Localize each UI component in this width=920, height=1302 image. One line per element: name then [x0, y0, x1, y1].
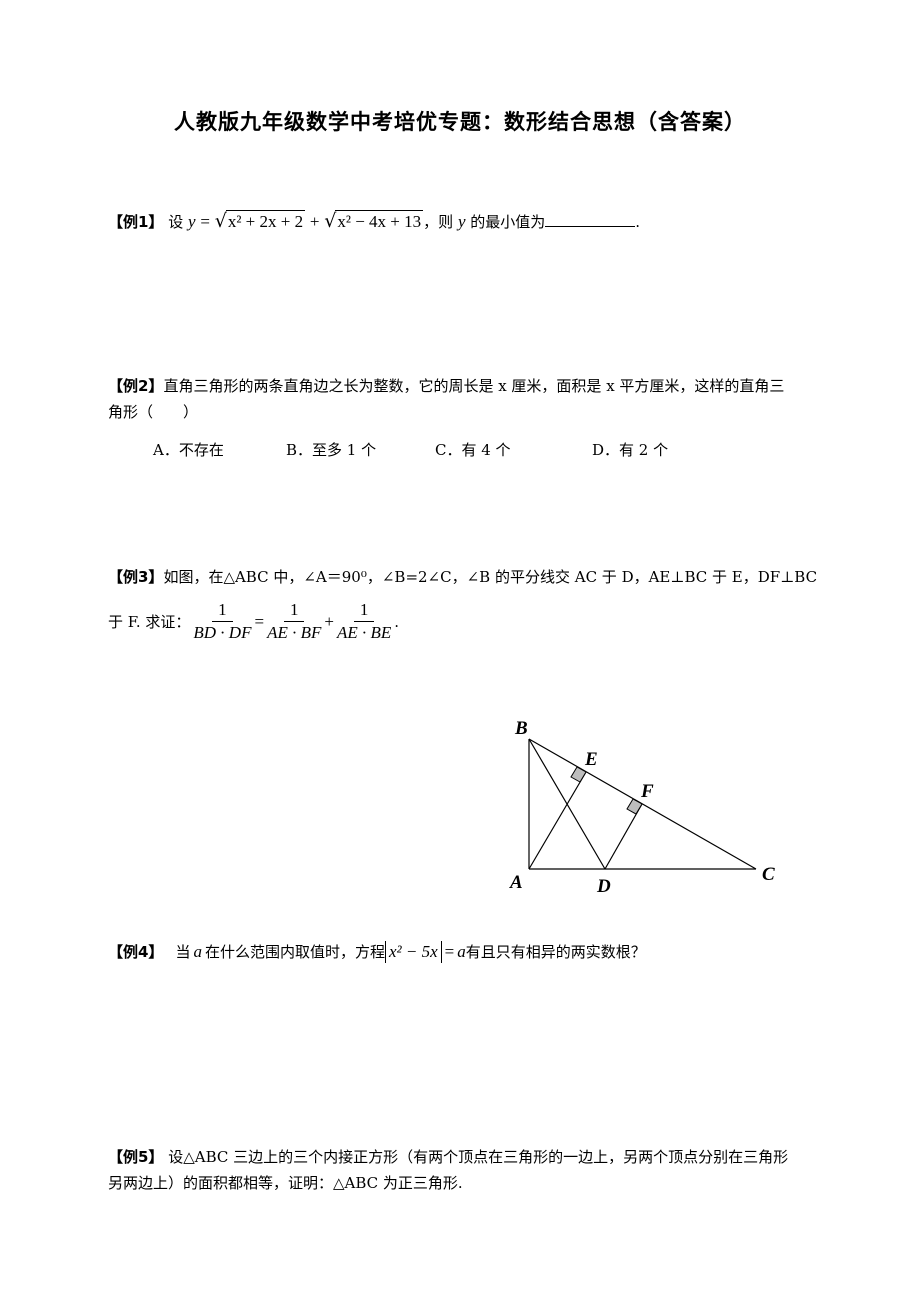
- period: .: [635, 213, 641, 231]
- example-1-suffix1: ，则: [423, 213, 454, 231]
- fraction-3-denominator: AE · BE: [336, 623, 392, 642]
- example-3-tag: 【例3】: [108, 568, 164, 586]
- var-a: a: [457, 942, 466, 961]
- label-a: A: [509, 872, 523, 893]
- document-title: 人教版九年级数学中考培优专题：数形结合思想（含答案）: [174, 110, 746, 134]
- option-a: A．不存在: [153, 441, 224, 459]
- segment-ae: [528, 771, 587, 870]
- equals-sign: =: [444, 942, 455, 961]
- example-3-line2-prefix: 于 F. 求证：: [108, 612, 191, 631]
- plus-sign: +: [324, 611, 334, 631]
- example-2: 【例2】直角三角形的两条直角边之长为整数，它的周长是 x 厘米，面积是 x 平方…: [108, 375, 784, 397]
- fraction-2-numerator: 1: [283, 600, 305, 622]
- absolute-value-expression: x² − 5x: [384, 941, 442, 963]
- radicand-1: x² + 2x + 2: [225, 210, 306, 231]
- radicand-2: x² − 4x + 13: [335, 210, 424, 231]
- example-4-prefix: 当: [175, 943, 191, 961]
- example-3: 【例3】如图，在△ABC 中，∠A＝90⁰，∠B=2∠C，∠B 的平分线交 AC…: [108, 566, 817, 588]
- label-b: B: [514, 718, 528, 739]
- period: .: [394, 612, 400, 631]
- example-2-line2: 角形（ ）: [108, 403, 199, 421]
- example-1-tag: 【例1】: [108, 213, 164, 231]
- var-y: y: [188, 212, 196, 231]
- example-2-line1: 直角三角形的两条直角边之长为整数，它的周长是 x 厘米，面积是 x 平方厘米，这…: [163, 377, 785, 395]
- example-2-tag: 【例2】: [108, 377, 164, 395]
- example-1-suffix2: 的最小值为: [470, 213, 546, 231]
- label-c: C: [762, 864, 775, 885]
- fraction-1: 1 BD · DF: [193, 600, 251, 643]
- answer-blank: [545, 212, 636, 227]
- example-5-tag: 【例5】: [108, 1148, 164, 1166]
- fraction-3: 1 AE · BE: [337, 600, 391, 643]
- label-d: D: [596, 876, 611, 897]
- label-f: F: [640, 781, 654, 802]
- option-d: D．有 2 个: [592, 441, 669, 459]
- fraction-1-numerator: 1: [212, 600, 233, 622]
- example-5-line2: 另两边上）的面积都相等，证明：△ABC 为正三角形.: [108, 1174, 463, 1192]
- example-3-formula: 于 F. 求证： 1 BD · DF = 1 AE · BF + 1 AE · …: [108, 600, 399, 643]
- plus-sign: +: [309, 212, 320, 231]
- fraction-1-denominator: BD · DF: [193, 623, 252, 642]
- example-5: 【例5】 设△ABC 三边上的三个内接正方形（有两个顶点在三角形的一边上，另两个…: [108, 1146, 788, 1168]
- option-c: C．有 4 个: [435, 441, 511, 459]
- example-5-line1: 设△ABC 三边上的三个内接正方形（有两个顶点在三角形的一边上，另两个顶点分别在…: [168, 1148, 789, 1166]
- example-4-tag: 【例4】: [108, 943, 164, 961]
- var-a: a: [193, 942, 202, 961]
- equals-sign: =: [200, 212, 210, 231]
- triangle-figure: B E F A D C: [509, 718, 775, 897]
- right-angle-marker-f: [626, 798, 643, 815]
- example-4-mid: 在什么范围内取值时，方程: [204, 943, 385, 961]
- fraction-2-denominator: AE · BF: [267, 623, 322, 642]
- fraction-2: 1 AE · BF: [267, 600, 321, 643]
- example-4-suffix: 有且只有相异的两实数根？: [465, 943, 646, 961]
- example-3-line1: 如图，在△ABC 中，∠A＝90⁰，∠B=2∠C，∠B 的平分线交 AC 于 D…: [163, 568, 818, 586]
- equals-sign: =: [254, 611, 265, 631]
- right-angle-marker-e: [570, 766, 587, 783]
- var-y: y: [457, 212, 466, 231]
- example-1-prefix: 设: [168, 213, 184, 231]
- fraction-3-numerator: 1: [353, 600, 375, 622]
- example-4: 【例4】 当 a 在什么范围内取值时，方程 x² − 5x = a 有且只有相异…: [108, 941, 646, 963]
- label-e: E: [584, 749, 598, 770]
- option-b: B．至多 1 个: [286, 441, 377, 459]
- example-1: 【例1】 设 y = √x² + 2x + 2 + √x² − 4x + 13，…: [108, 210, 640, 233]
